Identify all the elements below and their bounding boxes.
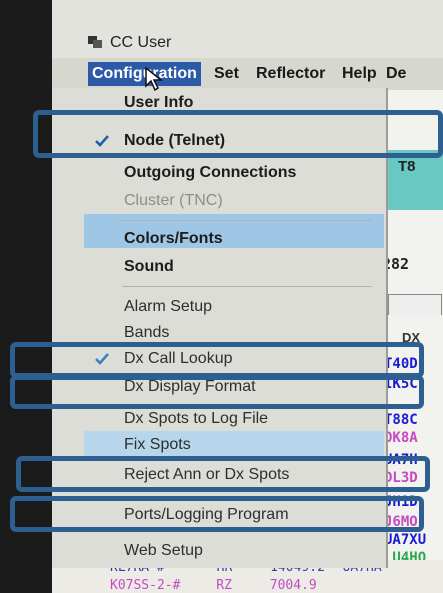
app-icon (88, 36, 102, 48)
menu-item-cluster-tnc[interactable]: Cluster (TNC) (124, 192, 223, 210)
annotation-box-reject-ann (16, 456, 430, 492)
row-call: K07SS-2-# (110, 578, 181, 593)
row-band: RZ (216, 578, 232, 593)
spot-callsign[interactable]: T88C (384, 412, 418, 428)
menu-separator (122, 220, 372, 221)
menu-item-alarm-setup[interactable]: Alarm Setup (124, 298, 212, 316)
menu-set[interactable]: Set (210, 62, 243, 86)
menu-item-web-setup[interactable]: Web Setup (124, 542, 203, 560)
annotation-box-dx-display-format (10, 375, 424, 409)
window-title: CC User (110, 34, 172, 51)
menu-bar: Configuration Set Reflector Help De (52, 58, 443, 90)
menu-help[interactable]: Help (338, 62, 381, 86)
menu-item-colors-fonts[interactable]: Colors/Fonts (124, 230, 223, 248)
menu-reflector[interactable]: Reflector (252, 62, 329, 86)
row-freq: 7004.9 (269, 578, 317, 593)
table-row[interactable]: K07SS-2-# RZ 7004.9 (110, 578, 317, 593)
background-tab[interactable] (388, 294, 442, 315)
menu-separator (122, 286, 372, 287)
background-teal-text: T8 (398, 158, 416, 175)
menu-item-bands[interactable]: Bands (124, 324, 169, 342)
annotation-box-dx-call-lookup (10, 342, 424, 378)
menu-item-dx-spots-log-file[interactable]: Dx Spots to Log File (124, 410, 268, 428)
annotation-box-ports-logging (10, 496, 424, 532)
mouse-cursor-icon (145, 66, 164, 92)
menu-item-outgoing-connections[interactable]: Outgoing Connections (124, 164, 296, 182)
spot-callsign[interactable]: OK8A (384, 430, 418, 446)
menu-de[interactable]: De (382, 62, 410, 86)
annotation-box-node-telnet (33, 110, 443, 158)
menu-item-sound[interactable]: Sound (124, 258, 174, 276)
spot-callsign[interactable]: UA7XU (384, 532, 426, 548)
menu-item-fix-spots[interactable]: Fix Spots (124, 436, 191, 454)
title-bar: CC User (52, 0, 443, 59)
